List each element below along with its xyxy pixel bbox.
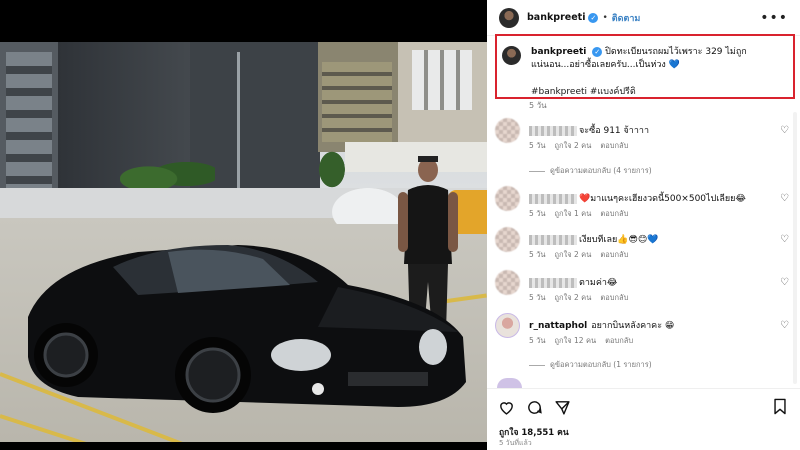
avatar[interactable] (495, 313, 520, 338)
action-bar (497, 398, 571, 416)
comment-username[interactable]: r_nattaphol (529, 321, 587, 331)
caption: bankpreeti ✓ ปิดทะเบียนรถผมไว้เพราะ 329 … (531, 46, 789, 72)
photo-building-windows (6, 52, 52, 202)
blurred-username (529, 277, 577, 288)
caption-username[interactable]: bankpreeti (531, 47, 586, 57)
comment-body: ❤️มาแนๆคะเฮียงวดนี้500×500ไปเลียย😂 (579, 194, 746, 204)
comment-meta: 5 วัน ถูกใจ 12 คน ตอบกลับ (529, 335, 642, 347)
header-separator: • (602, 12, 608, 23)
blurred-avatar[interactable] (495, 227, 520, 252)
photo-panel (0, 0, 487, 450)
caption-highlight-box: bankpreeti ✓ ปิดทะเบียนรถผมไว้เพราะ 329 … (495, 34, 795, 99)
heart-icon[interactable]: ♡ (780, 277, 789, 288)
post-side-panel: bankpreeti ✓ • ติดตาม ••• bankpreeti ✓ ป… (487, 0, 800, 450)
view-replies-button[interactable]: ดูข้อความตอบกลับ (1 รายการ) (529, 359, 652, 371)
blurred-avatar[interactable] (495, 270, 520, 295)
blurred-username (529, 234, 577, 245)
instagram-post-modal: bankpreeti ✓ • ติดตาม ••• bankpreeti ✓ ป… (0, 0, 800, 450)
share-icon[interactable] (553, 398, 571, 416)
comment-body: ตามค่า😂 (579, 278, 618, 288)
heart-icon[interactable]: ♡ (780, 234, 789, 245)
caption-hashtags[interactable]: #bankpreeti #แบงค์ปรีติ (531, 84, 636, 98)
more-horizontal-icon[interactable]: ••• (760, 10, 788, 26)
reply-button[interactable]: ตอบกลับ (600, 250, 628, 259)
comment-body: อยากบินหลังคาคะ 😁 (591, 321, 675, 331)
caption-timestamp: 5 วัน (529, 101, 547, 110)
photo-building-balconies (322, 62, 392, 142)
blurred-username (529, 125, 577, 136)
comment-body: เงียบทีเลย👍😎😊💙 (579, 235, 659, 245)
comment-time: 5 วัน (529, 293, 546, 302)
view-replies-button[interactable]: ดูข้อความตอบกลับ (4 รายการ) (529, 165, 652, 177)
bookmark-icon[interactable] (772, 398, 790, 416)
verified-badge-icon: ✓ (592, 47, 603, 57)
comment-text: r_nattaphol อยากบินหลังคาคะ 😁 (529, 318, 674, 332)
blurred-username (529, 193, 577, 204)
comment-time: 5 วัน (529, 141, 546, 150)
comment-time: 5 วัน (529, 209, 546, 218)
reply-button[interactable]: ตอบกลับ (605, 336, 633, 345)
heart-icon[interactable]: ♡ (780, 320, 789, 331)
comment-likes[interactable]: ถูกใจ 12 คน (555, 336, 597, 345)
comment-time: 5 วัน (529, 250, 546, 259)
post-date: 5 วันที่แล้ว (499, 439, 532, 447)
follow-button[interactable]: ติดตาม (612, 11, 641, 25)
reply-button[interactable]: ตอบกลับ (600, 293, 628, 302)
comment-meta: 5 วัน ถูกใจ 1 คน ตอบกลับ (529, 208, 637, 220)
heart-icon[interactable]: ♡ (780, 125, 789, 136)
photo-building-right-windows (412, 50, 472, 110)
comment-icon[interactable] (525, 398, 543, 416)
author-username[interactable]: bankpreeti (527, 12, 585, 23)
comment-text: เงียบทีเลย👍😎😊💙 (529, 232, 658, 246)
comment-text: ❤️มาแนๆคะเฮียงวดนี้500×500ไปเลียย😂 (529, 191, 746, 205)
comment-time: 5 วัน (529, 336, 546, 345)
photo-black-porsche (28, 245, 466, 413)
heart-icon[interactable]: ♡ (780, 193, 789, 204)
caption-avatar[interactable] (502, 46, 521, 65)
comment-meta: 5 วัน ถูกใจ 2 คน ตอบกลับ (529, 292, 637, 304)
comment-likes[interactable]: ถูกใจ 2 คน (555, 141, 592, 150)
heart-icon[interactable] (497, 398, 515, 416)
comment-text: ตามค่า😂 (529, 275, 617, 289)
reply-button[interactable]: ตอบกลับ (600, 141, 628, 150)
comment-likes[interactable]: ถูกใจ 2 คน (555, 250, 592, 259)
verified-badge-icon: ✓ (588, 12, 599, 23)
comment-likes[interactable]: ถูกใจ 2 คน (555, 293, 592, 302)
reply-button[interactable]: ตอบกลับ (600, 209, 628, 218)
comment-meta: 5 วัน ถูกใจ 2 คน ตอบกลับ (529, 140, 637, 152)
comment-likes[interactable]: ถูกใจ 1 คน (555, 209, 592, 218)
comment-meta: 5 วัน ถูกใจ 2 คน ตอบกลับ (529, 249, 637, 261)
blurred-avatar[interactable] (495, 118, 520, 143)
avatar[interactable] (499, 7, 519, 28)
avatar[interactable] (497, 378, 522, 388)
post-photo[interactable] (0, 42, 487, 442)
comment-text: จะซื้อ 911 จ้าาาา (529, 123, 649, 137)
blurred-avatar[interactable] (495, 186, 520, 211)
post-header: bankpreeti ✓ • ติดตาม ••• (487, 0, 800, 36)
comment-body: จะซื้อ 911 จ้าาาา (579, 126, 650, 136)
post-footer: ถูกใจ 18,551 คน 5 วันที่แล้ว (487, 388, 800, 450)
comments-scrollbar[interactable] (793, 112, 797, 384)
likes-count[interactable]: ถูกใจ 18,551 คน (499, 425, 569, 439)
